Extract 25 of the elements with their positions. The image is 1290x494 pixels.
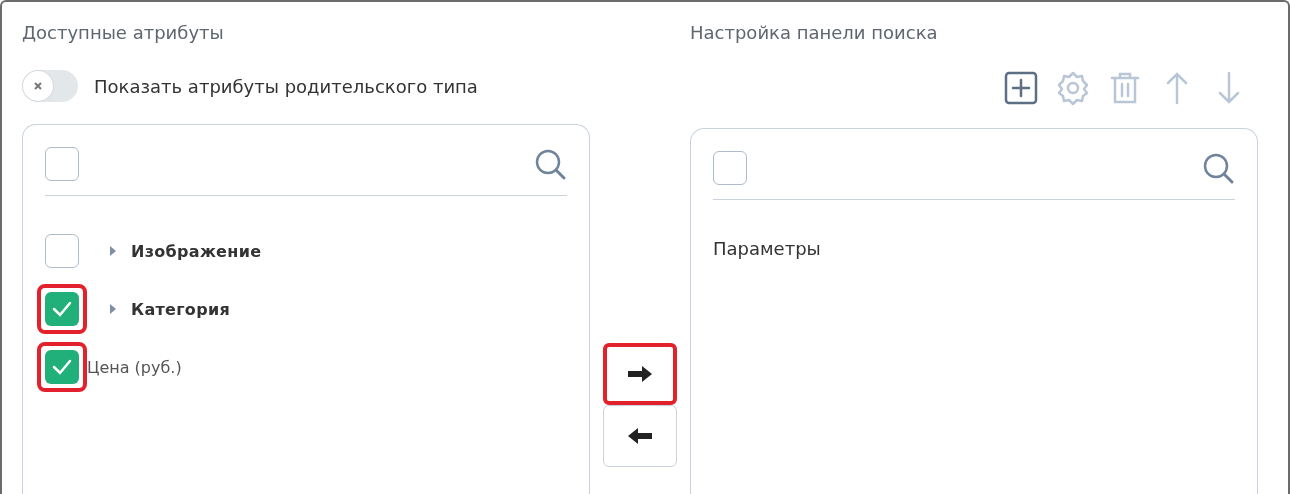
toggle-switch[interactable] [22, 70, 78, 102]
caret-icon[interactable] [109, 245, 117, 257]
search-icon[interactable] [1201, 151, 1235, 185]
section-title: Доступные атрибуты [22, 22, 225, 44]
arrow-right-icon [627, 365, 653, 383]
search-icon[interactable] [533, 147, 567, 181]
section-title: Настройка панели поиска [690, 22, 939, 44]
select-all-checkbox[interactable] [713, 151, 747, 185]
item-checkbox[interactable] [45, 350, 79, 384]
item-checkbox[interactable] [45, 292, 79, 326]
check-icon [52, 359, 72, 375]
move-right-button[interactable] [603, 343, 677, 405]
tree-item[interactable]: Категория [131, 299, 230, 319]
list-item[interactable]: Цена (руб.) [87, 357, 182, 377]
move-left-button[interactable] [603, 405, 677, 467]
caret-icon[interactable] [109, 303, 117, 315]
add-button[interactable] [1002, 69, 1040, 107]
tree-item[interactable]: Изображение [131, 241, 262, 261]
group-heading: Параметры [713, 238, 822, 259]
arrow-left-icon [627, 427, 653, 445]
select-all-checkbox[interactable] [45, 147, 79, 181]
item-checkbox[interactable] [45, 234, 79, 268]
check-icon [52, 301, 72, 317]
close-icon [33, 81, 43, 91]
toggle-label: Показать атрибуты родительского типа [94, 75, 478, 97]
